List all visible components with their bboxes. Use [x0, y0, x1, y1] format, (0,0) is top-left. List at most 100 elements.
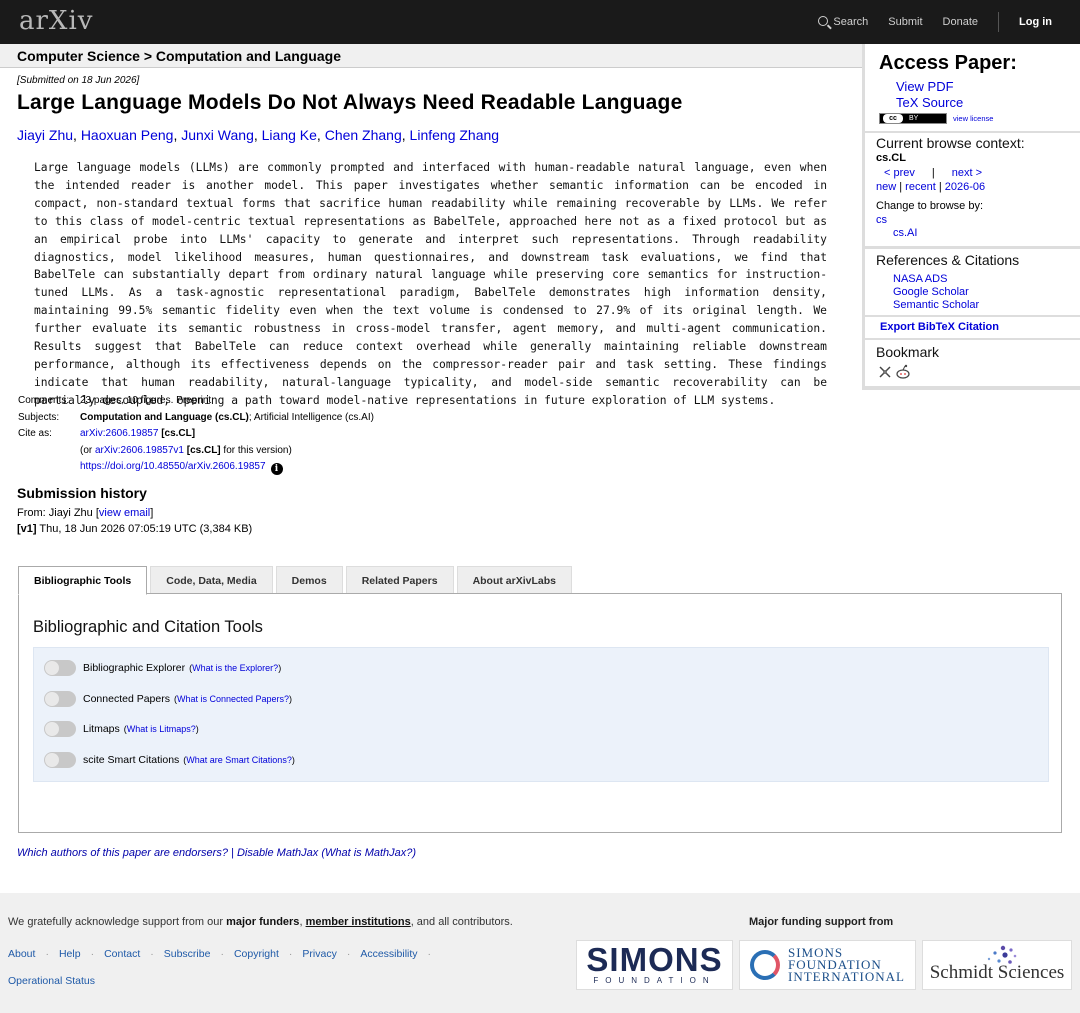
cc-badge: cc: [883, 114, 903, 123]
operational-status-link[interactable]: Operational Status: [8, 975, 95, 987]
footer-link-accessibility[interactable]: Accessibility: [360, 948, 417, 960]
cc-license-icon[interactable]: cc BY: [879, 113, 947, 124]
recent-link[interactable]: recent: [905, 181, 936, 193]
browse-context-box: Current browse context: cs.CL < prev | n…: [865, 133, 1080, 246]
reddit-icon[interactable]: [896, 364, 910, 379]
nasa-ads-link[interactable]: NASA ADS: [893, 273, 947, 285]
bibsonomy-icon[interactable]: [879, 366, 891, 378]
export-bibtex-link[interactable]: Export BibTeX Citation: [880, 321, 999, 333]
top-bar: arXiv Search Submit Donate Log in: [0, 0, 1080, 44]
nav-pipe: |: [931, 167, 935, 179]
login-link[interactable]: Log in: [1019, 16, 1052, 28]
tex-source-link[interactable]: TeX Source: [896, 95, 963, 110]
schmidt-logo-text: Schmidt Sciences: [929, 962, 1065, 983]
browse-csai-link[interactable]: cs.AI: [893, 227, 917, 239]
new-link[interactable]: new: [876, 181, 896, 193]
browse-cs-link[interactable]: cs: [876, 214, 887, 226]
tool-help-link[interactable]: What is the Explorer?: [192, 663, 278, 673]
comments-label: Comments:: [18, 395, 70, 406]
submission-history: From: Jiayi Zhu [view email] [v1] Thu, 1…: [17, 505, 252, 537]
simons-foundation-international-logo[interactable]: SIMONS FOUNDATION INTERNATIONAL: [739, 940, 916, 990]
tool-help-link[interactable]: What is Connected Papers?: [177, 694, 289, 704]
google-scholar-link[interactable]: Google Scholar: [893, 286, 969, 298]
footer-links: About · Help · Contact · Subscribe · Copyright · P…: [8, 948, 435, 960]
schmidt-sciences-logo[interactable]: Schmidt Sciences: [922, 940, 1072, 990]
author-link[interactable]: Junxi Wang: [181, 127, 254, 143]
access-paper-heading: Access Paper:: [879, 52, 1017, 74]
author-link[interactable]: Haoxuan Peng: [81, 127, 174, 143]
top-nav: Search Submit Donate Log in: [818, 0, 1052, 44]
tool-help-link[interactable]: What is Litmaps?: [127, 724, 196, 734]
search-link[interactable]: Search: [818, 16, 868, 28]
toggle-switch[interactable]: [44, 660, 76, 676]
primary-subject: Computation and Language (cs.CL): [80, 411, 249, 423]
author-separator: ,: [316, 127, 325, 143]
tab-bibliographic-tools[interactable]: Bibliographic Tools: [18, 566, 148, 595]
author-link[interactable]: Jiayi Zhu: [17, 127, 73, 143]
submit-link[interactable]: Submit: [888, 16, 922, 28]
what-is-mathjax-link[interactable]: (What is MathJax?): [321, 847, 416, 859]
tab-related-papers[interactable]: Related Papers: [345, 566, 454, 594]
subjects-label: Subjects:: [18, 411, 60, 423]
doi-link[interactable]: https://doi.org/10.48550/arXiv.2606.1985…: [80, 461, 266, 472]
cite-v1-link[interactable]: arXiv:2606.19857v1: [95, 445, 184, 456]
footer-dot: ·: [150, 948, 154, 960]
endorse-sep: |: [227, 847, 237, 859]
footer-link-subscribe[interactable]: Subscribe: [164, 948, 211, 960]
major-funders-link[interactable]: major funders: [226, 916, 299, 928]
tool-help-link[interactable]: What are Smart Citations?: [186, 755, 292, 765]
author-separator: ,: [253, 127, 262, 143]
pipe-sep: |: [899, 181, 903, 193]
tool-label: Litmaps: [83, 723, 120, 735]
cite-or: (or: [80, 444, 95, 456]
arxiv-logo[interactable]: arXiv: [19, 6, 93, 36]
toggle-switch[interactable]: [44, 721, 76, 737]
bookmark-box: Bookmark: [865, 340, 1080, 386]
references-box: References & Citations NASA ADS Google S…: [865, 249, 1080, 315]
member-institutions-link[interactable]: member institutions: [306, 916, 411, 928]
other-subjects: ; Artificial Intelligence (cs.AI): [248, 411, 374, 423]
tab-code-data-media[interactable]: Code, Data, Media: [150, 566, 273, 594]
author-link[interactable]: Linfeng Zhang: [410, 127, 500, 143]
acknowledgement: We gratefully acknowledge support from o…: [8, 916, 513, 928]
endorsers-link[interactable]: Which authors of this paper are endorser…: [17, 847, 228, 859]
tab-about-arxivlabs[interactable]: About arXivLabs: [456, 566, 572, 594]
tab-demos[interactable]: Demos: [275, 566, 343, 594]
semantic-scholar-link[interactable]: Semantic Scholar: [893, 299, 979, 311]
view-email-link[interactable]: view email: [99, 507, 150, 519]
author-link[interactable]: Liang Ke: [262, 127, 317, 143]
view-pdf-link[interactable]: View PDF: [896, 79, 954, 94]
next-link[interactable]: next >: [952, 167, 982, 179]
donate-link[interactable]: Donate: [943, 16, 978, 28]
paper-metadata: Comments: 23 pages, 10 figures. Preprint…: [18, 393, 374, 476]
footer-link-privacy[interactable]: Privacy: [302, 948, 336, 960]
month-link[interactable]: 2026-06: [945, 181, 985, 193]
author-link[interactable]: Chen Zhang: [325, 127, 402, 143]
tool-bibliographic-explorer: Bibliographic Explorer (What is the Expl…: [44, 660, 281, 676]
tool-label: Bibliographic Explorer: [83, 662, 186, 674]
cite-arxiv-link[interactable]: arXiv:2606.19857: [80, 428, 158, 439]
toggle-switch[interactable]: [44, 691, 76, 707]
from-suffix: ]: [150, 507, 154, 519]
labs-tabs: Bibliographic Tools Code, Data, Media De…: [18, 566, 575, 595]
bookmark-icons: [879, 364, 910, 379]
cite-category: [cs.CL]: [161, 428, 196, 440]
footer-link-contact[interactable]: Contact: [104, 948, 140, 960]
info-icon[interactable]: i: [270, 463, 283, 476]
search-icon: [818, 16, 829, 26]
cite-label: Cite as:: [18, 428, 52, 440]
footer-link-copyright[interactable]: Copyright: [234, 948, 279, 960]
simons-foundation-logo[interactable]: SIMONS FOUNDATION: [576, 940, 733, 990]
endorse-line: Which authors of this paper are endorser…: [17, 847, 416, 859]
bookmark-heading: Bookmark: [876, 344, 940, 360]
tool-connected-papers: Connected Papers (What is Connected Pape…: [44, 691, 292, 707]
footer-link-help[interactable]: Help: [59, 948, 81, 960]
breadcrumb[interactable]: Computer Science > Computation and Langu…: [17, 48, 341, 64]
toggle-switch[interactable]: [44, 752, 76, 768]
prev-link[interactable]: < prev: [884, 167, 915, 179]
footer-link-about[interactable]: About: [8, 948, 35, 960]
paper-title: Large Language Models Do Not Always Need…: [17, 91, 683, 114]
disable-mathjax-link[interactable]: Disable MathJax: [237, 847, 318, 859]
view-license-link[interactable]: view license: [953, 114, 993, 123]
cc-by-label: BY: [909, 115, 919, 122]
